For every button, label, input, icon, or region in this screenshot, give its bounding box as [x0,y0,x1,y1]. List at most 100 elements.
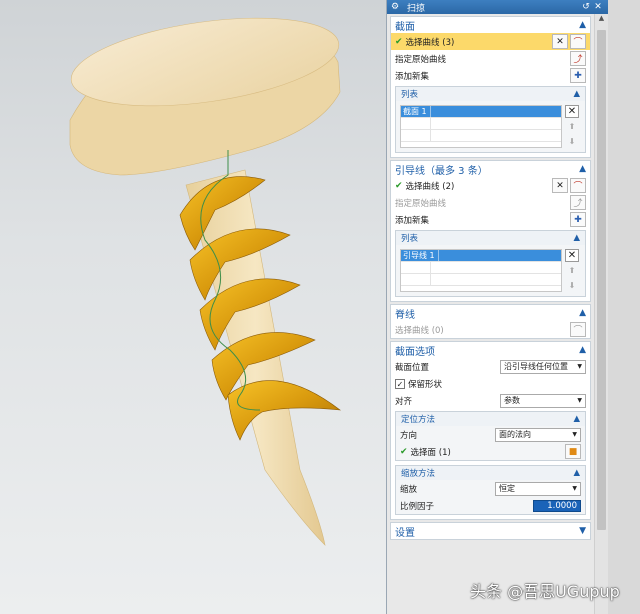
chevron-down-icon: ▼ [577,397,582,404]
curve-rule-icon[interactable]: ✕ [552,34,568,49]
select-face-label: 选择面 (1) [410,447,451,458]
select-face-icon[interactable]: ■ [565,444,581,459]
scale-factor-input[interactable]: 1.0000 [533,499,581,512]
expand-icon[interactable]: ▼ [579,526,586,536]
add-set-icon[interactable]: ✚ [570,68,586,83]
guides-title: 引导线（最多 3 条） [395,165,488,177]
collapse-icon[interactable]: ▲ [579,308,586,318]
collapse-icon[interactable]: ▲ [573,468,580,478]
guides-list-header[interactable]: 列表 ▲ [396,231,585,245]
watermark-text: 头条 @吾思UGupup [470,582,620,601]
sections-list-title: 列表 [401,90,419,100]
section-specify-origin-row[interactable]: 指定原始曲线 ⤴ [391,50,590,67]
scroll-up-icon[interactable]: ▲ [595,14,608,26]
scale-factor-row: 比例因子 1.0000 [396,497,585,514]
section-add-new-set-row[interactable]: 添加新集 ✚ [391,67,590,84]
curve-rule-icon[interactable]: ✕ [552,178,568,193]
orientation-panel: 定位方法 ▲ 方向 面的法向 ▼ ✔ 选择面 (1) ■ [395,411,586,461]
origin-curve-icon[interactable]: ⤴ [570,51,586,66]
scaling-header[interactable]: 缩放方法 ▲ [396,466,585,480]
dialog-title: 扫掠 [407,3,426,14]
remove-icon[interactable]: ✕ [565,105,579,118]
spine-select-curve-label: 选择曲线 (0) [395,325,444,336]
orientation-title: 定位方法 [401,415,436,425]
collapse-icon[interactable]: ▲ [573,414,580,424]
sections-list: 截面 1 [400,105,562,148]
direction-label: 方向 [400,430,418,441]
guides-list-panel: 列表 ▲ 引导线 1 ✕ ⬆ ⬇ [395,230,586,297]
collapse-icon[interactable]: ▲ [579,345,586,355]
guide-add-new-set-row[interactable]: 添加新集 ✚ [391,211,590,228]
section-add-new-set-label: 添加新集 [395,71,430,82]
sections-header[interactable]: 截面 ▲ [391,17,590,33]
move-up-icon[interactable]: ⬆ [565,120,579,133]
guide-select-curve-label: 选择曲线 (2) [405,181,455,192]
align-select[interactable]: 参数 ▼ [500,393,586,408]
remove-icon[interactable]: ✕ [565,249,579,262]
graphics-viewport[interactable] [0,0,386,614]
spine-select-curve-row[interactable]: 选择曲线 (0) ⌒ [391,321,590,338]
guides-list: 引导线 1 [400,249,562,292]
section-options-header[interactable]: 截面选项 ▲ [391,342,590,358]
scale-factor-label: 比例因子 [400,501,435,512]
select-face-row[interactable]: ✔ 选择面 (1) ■ [396,443,585,460]
settings-group: 设置 ▼ [390,522,591,540]
list-item[interactable]: 截面 1 [401,106,561,118]
move-down-icon[interactable]: ⬇ [565,135,579,148]
sections-list-header[interactable]: 列表 ▲ [396,87,585,101]
list-item-empty [401,130,561,142]
scaling-title: 缩放方法 [401,469,436,479]
select-curve-icon[interactable]: ⌒ [570,34,586,49]
sections-group: 截面 ▲ ✔ 选择曲线 (3) ✕ ⌒ 指定原始曲线 ⤴ 添加新集 ✚ 列表 ▲ [390,16,591,158]
section-select-curve-row[interactable]: ✔ 选择曲线 (3) ✕ ⌒ [391,33,590,50]
move-up-icon[interactable]: ⬆ [565,264,579,277]
guides-header[interactable]: 引导线（最多 3 条） ▲ [391,161,590,177]
sections-list-panel: 列表 ▲ 截面 1 ✕ ⬆ ⬇ [395,86,586,153]
chevron-down-icon: ▼ [577,363,582,370]
guides-group: 引导线（最多 3 条） ▲ ✔ 选择曲线 (2) ✕ ⌒ 指定原始曲线 ⤴ 添加… [390,160,591,302]
list-item-empty [401,274,561,286]
spine-header[interactable]: 脊线 ▲ [391,305,590,321]
scale-row: 缩放 恒定 ▼ [396,480,585,497]
select-curve-icon[interactable]: ⌒ [570,322,586,337]
guide-specify-origin-label: 指定原始曲线 [395,198,447,209]
preserve-shape-checkbox[interactable]: ✓ [395,378,405,389]
sections-title: 截面 [395,21,415,33]
settings-header[interactable]: 设置 ▼ [391,523,590,539]
section-options-title: 截面选项 [395,346,435,358]
collapse-icon[interactable]: ▲ [579,20,586,30]
preserve-shape-label: 保留形状 [408,379,443,390]
close-icon[interactable]: ✕ [592,2,604,12]
section-position-select[interactable]: 沿引导线任何位置 ▼ [500,359,586,374]
list-item-empty [401,118,561,130]
chevron-down-icon: ▼ [572,485,577,492]
dialog-scrollbar[interactable]: ▲ [594,14,608,614]
orientation-header[interactable]: 定位方法 ▲ [396,412,585,426]
scaling-panel: 缩放方法 ▲ 缩放 恒定 ▼ 比例因子 1.0000 [395,465,586,515]
add-set-icon[interactable]: ✚ [570,212,586,227]
dialog-titlebar: ⚙ 扫掠 ↺ ✕ [387,0,608,14]
list-item[interactable]: 引导线 1 [401,250,561,262]
section-options-group: 截面选项 ▲ 截面位置 沿引导线任何位置 ▼ ✓ 保留形状 对齐 参数 ▼ 定位… [390,341,591,520]
move-down-icon[interactable]: ⬇ [565,279,579,292]
scroll-thumb[interactable] [597,30,606,530]
collapse-icon[interactable]: ▲ [579,164,586,174]
align-label: 对齐 [395,396,413,407]
collapse-icon[interactable]: ▲ [573,89,580,99]
scale-label: 缩放 [400,484,418,495]
screw-model [69,17,342,546]
preserve-shape-row[interactable]: ✓ 保留形状 [391,375,590,392]
check-icon: ✔ [400,446,408,457]
section-position-row: 截面位置 沿引导线任何位置 ▼ [391,358,590,375]
reset-icon[interactable]: ↺ [580,2,592,12]
section-select-curve-label: 选择曲线 (3) [405,37,455,48]
watermark: 头条 @吾思UGupup [470,578,620,602]
spine-title: 脊线 [395,309,415,321]
collapse-icon[interactable]: ▲ [573,233,580,243]
direction-select[interactable]: 面的法向 ▼ [495,427,581,442]
gear-icon: ⚙ [391,2,400,12]
scale-select[interactable]: 恒定 ▼ [495,481,581,496]
guide-select-curve-row[interactable]: ✔ 选择曲线 (2) ✕ ⌒ [391,177,590,194]
guides-list-title: 列表 [401,234,419,244]
select-curve-icon[interactable]: ⌒ [570,178,586,193]
